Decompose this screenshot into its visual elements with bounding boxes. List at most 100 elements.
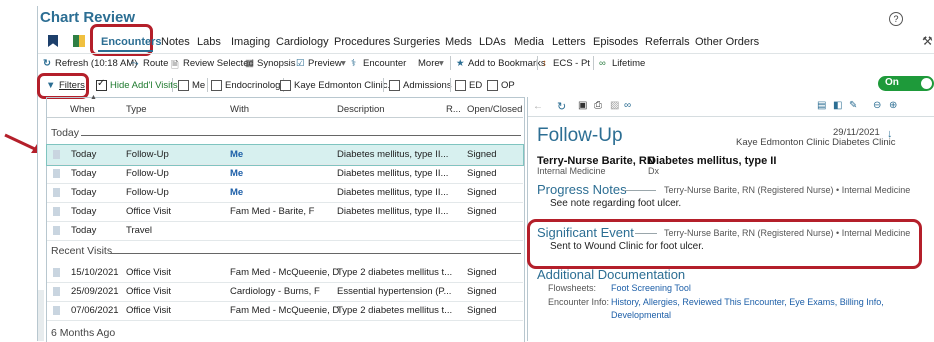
note-clinic: Kaye Edmonton Clinic Diabetes Clinic — [736, 137, 896, 148]
image-icon[interactable]: ▨ — [610, 100, 619, 111]
table-row[interactable]: Today Follow-Up Me Diabetes mellitus, ty… — [46, 144, 524, 166]
group-divider — [81, 135, 521, 136]
significant-event-text: Sent to Wound Clinic for foot ulcer. — [550, 241, 704, 252]
group-divider — [110, 253, 521, 254]
encounter-button[interactable]: Encounter — [363, 58, 406, 69]
admissions-label: Admissions — [403, 80, 452, 91]
column-header-description[interactable]: Description — [337, 104, 385, 115]
cell-status: Signed — [467, 267, 497, 278]
tab-procedures[interactable]: Procedures — [334, 36, 390, 48]
highlighter-icon[interactable]: ✎ — [849, 100, 857, 111]
lifetime-button[interactable]: Lifetime — [612, 58, 645, 69]
ed-checkbox[interactable] — [455, 80, 466, 91]
flag-icon[interactable] — [53, 188, 60, 197]
layout-icon[interactable]: ▤ — [817, 100, 826, 111]
clinic-checkbox[interactable] — [280, 80, 291, 91]
zoom-out-icon[interactable]: ⊖ — [873, 100, 881, 111]
developmental-link[interactable]: Developmental — [611, 310, 671, 320]
tab-imaging[interactable]: Imaging — [231, 36, 270, 48]
refresh-button[interactable]: Refresh (10:18 AM) — [55, 58, 137, 69]
on-toggle[interactable]: On — [878, 76, 934, 91]
table-row[interactable]: Today Follow-Up Me Diabetes mellitus, ty… — [47, 164, 523, 184]
chevron-down-icon[interactable]: ▾ — [439, 58, 444, 69]
table-row[interactable]: Today Travel — [47, 221, 523, 241]
flag-icon[interactable] — [53, 287, 60, 296]
cell-type: Follow-Up — [126, 187, 169, 198]
progress-notes-title: Progress Notes — [537, 182, 627, 197]
help-icon[interactable]: ? — [889, 12, 903, 26]
link-icon[interactable]: ∞ — [624, 100, 631, 111]
foot-screening-link[interactable]: Foot Screening Tool — [611, 283, 691, 293]
tab-surgeries[interactable]: Surgeries — [393, 36, 440, 48]
progress-notes-text: See note regarding foot ulcer. — [550, 198, 682, 209]
download-icon[interactable]: ↓ — [887, 128, 893, 140]
ecs-pt-button[interactable]: ECS - Pt — [553, 58, 590, 69]
refresh-icon[interactable]: ↻ — [557, 100, 566, 113]
flag-icon[interactable] — [53, 268, 60, 277]
flag-icon[interactable] — [53, 169, 60, 178]
column-header-r[interactable]: R... — [446, 104, 461, 115]
table-row[interactable]: 07/06/2021 Office Visit Fam Med - McQuee… — [47, 301, 523, 321]
binoculars-icon[interactable]: ▣ — [578, 100, 587, 111]
encounter-info-links[interactable]: History, Allergies, Reviewed This Encoun… — [611, 297, 884, 307]
tab-episodes[interactable]: Episodes — [593, 36, 638, 48]
tab-ldas[interactable]: LDAs — [479, 36, 506, 48]
table-row[interactable]: 15/10/2021 Office Visit Fam Med - McQuee… — [47, 263, 523, 283]
tab-media[interactable]: Media — [514, 36, 544, 48]
tab-encounters[interactable]: Encounters — [101, 36, 162, 48]
tab-labs[interactable]: Labs — [197, 36, 221, 48]
cell-when: Today — [71, 225, 97, 236]
wrench-icon[interactable]: ⚒ — [922, 34, 933, 48]
route-button[interactable]: Route — [143, 58, 168, 69]
toggle-knob — [921, 78, 932, 89]
review-selected-button[interactable]: Review Selected — [183, 58, 254, 69]
active-tab-indicator — [98, 50, 153, 52]
cell-status: Signed — [467, 305, 497, 316]
back-icon[interactable]: ← — [533, 101, 543, 112]
column-header-open-closed[interactable]: Open/Closed — [467, 104, 522, 115]
tab-referrals[interactable]: Referrals — [645, 36, 690, 48]
zoom-in-icon[interactable]: ⊕ — [889, 100, 897, 111]
flag-icon[interactable] — [53, 226, 60, 235]
me-label: Me — [192, 80, 206, 91]
cell-description: Essential hypertension (P... — [337, 286, 452, 297]
flag-icon[interactable] — [53, 150, 60, 159]
filters-button[interactable]: Filters — [59, 80, 85, 91]
cell-with: Fam Med - McQueenie, D — [230, 267, 340, 278]
divider — [383, 78, 384, 92]
splitter-handle[interactable] — [38, 290, 44, 341]
table-row[interactable]: Today Office Visit Fam Med - Barite, F D… — [47, 202, 523, 222]
admissions-checkbox[interactable] — [389, 80, 400, 91]
group-label-recent-visits: Recent Visits — [51, 245, 113, 257]
tab-other-orders[interactable]: Other Orders — [695, 36, 759, 48]
add-to-bookmarks-button[interactable]: Add to Bookmarks — [468, 58, 546, 69]
divider — [207, 78, 208, 92]
dx-label: Dx — [648, 166, 659, 176]
cell-type: Office Visit — [126, 286, 172, 297]
flag-icon[interactable] — [53, 207, 60, 216]
chevron-down-icon[interactable]: ▾ — [341, 58, 346, 69]
tab-meds[interactable]: Meds — [445, 36, 472, 48]
tab-notes[interactable]: Notes — [161, 36, 190, 48]
op-checkbox[interactable] — [487, 80, 498, 91]
table-row[interactable]: 25/09/2021 Office Visit Cardiology - Bur… — [47, 282, 523, 302]
column-header-when[interactable]: When — [70, 104, 95, 115]
endocrinology-checkbox[interactable] — [211, 80, 222, 91]
me-checkbox[interactable] — [178, 80, 189, 91]
refresh-icon[interactable]: ↻ — [43, 58, 51, 69]
print-icon[interactable]: ⎙ — [594, 100, 602, 111]
tab-letters[interactable]: Letters — [552, 36, 586, 48]
tab-cardiology[interactable]: Cardiology — [276, 36, 329, 48]
flag-icon[interactable] — [53, 306, 60, 315]
column-header-type[interactable]: Type — [126, 104, 147, 115]
preview-button[interactable]: Preview — [308, 58, 342, 69]
table-row[interactable]: Today Follow-Up Me Diabetes mellitus, ty… — [47, 183, 523, 203]
hide-visits-checkbox[interactable]: ✓ — [96, 78, 107, 91]
column-header-with[interactable]: With — [230, 104, 249, 115]
split-view-icon[interactable]: ◧ — [833, 100, 842, 111]
cell-status: Signed — [467, 168, 497, 179]
more-button[interactable]: More — [418, 58, 440, 69]
cell-when: 25/09/2021 — [71, 286, 119, 297]
synopsis-button[interactable]: Synopsis — [257, 58, 296, 69]
chart-icon[interactable] — [73, 35, 85, 47]
